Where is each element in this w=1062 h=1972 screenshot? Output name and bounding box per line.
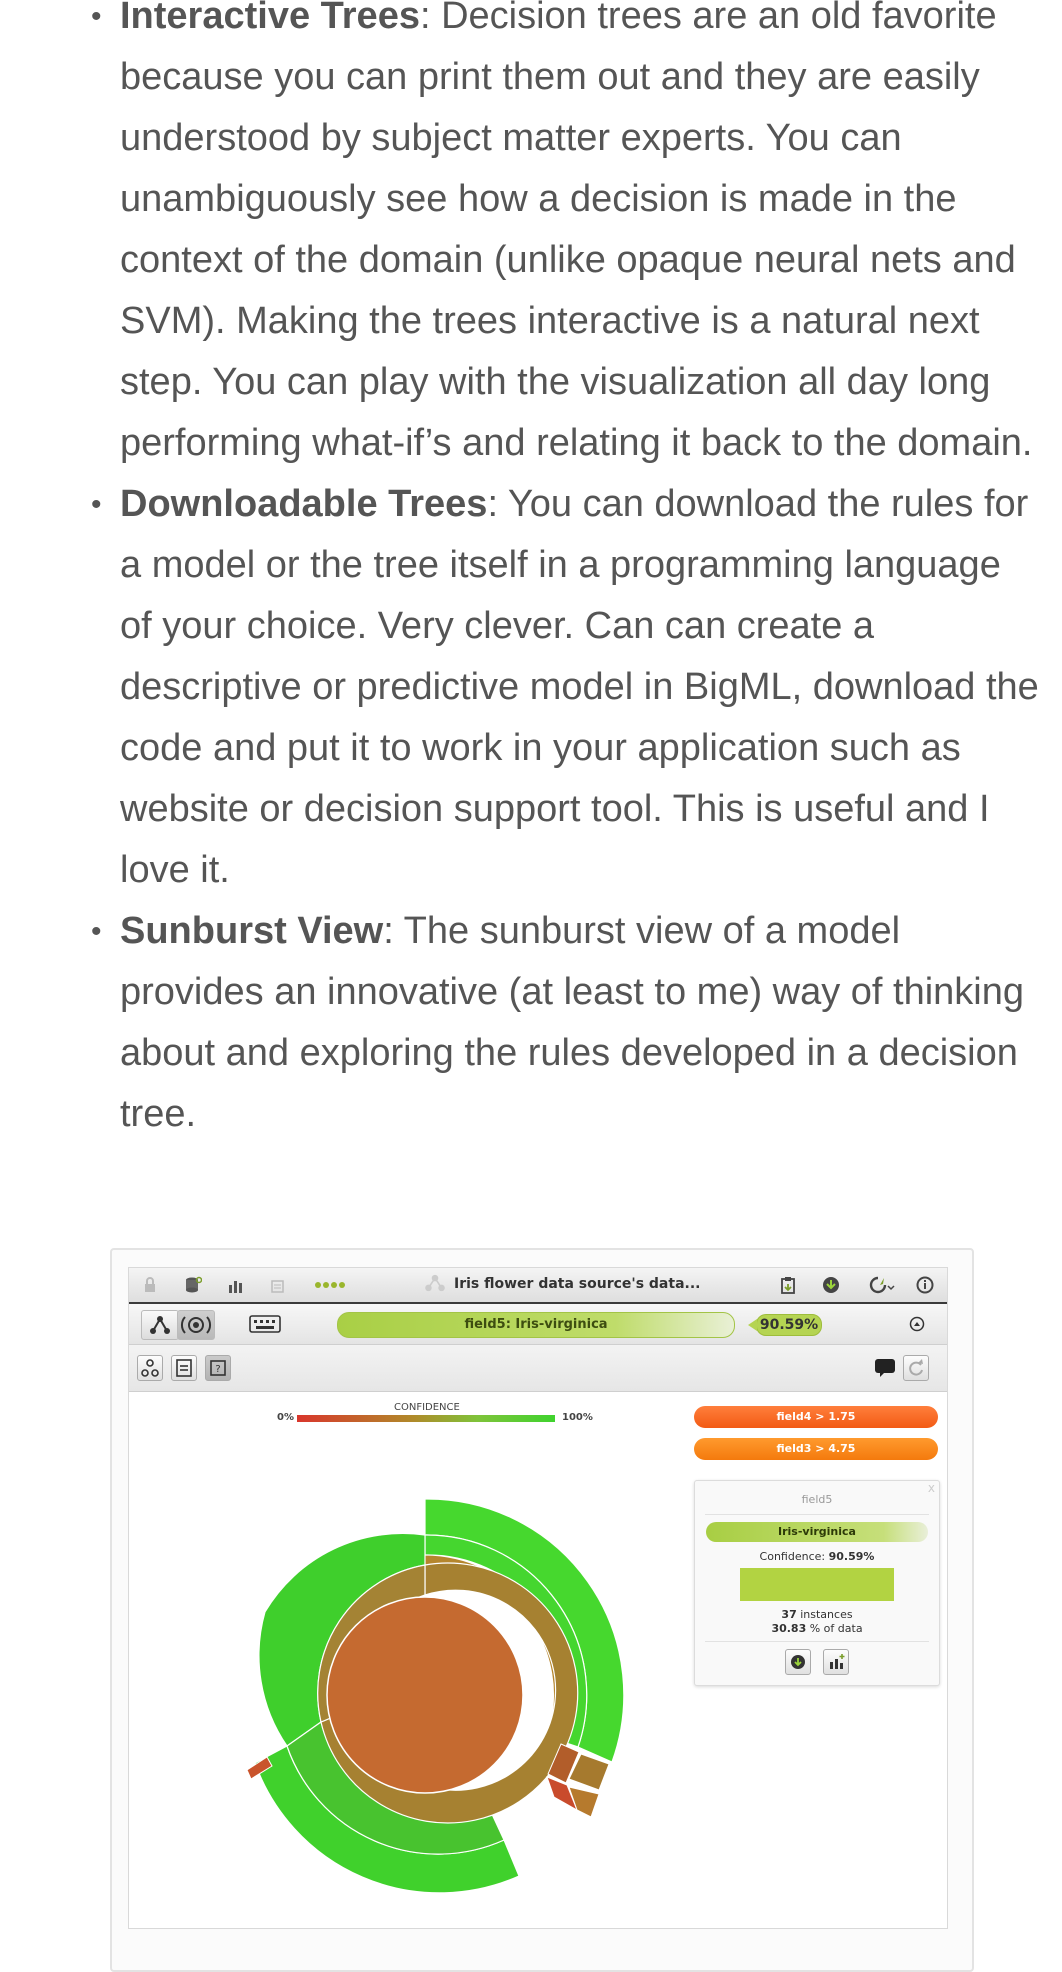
- panel-field-name: field5: [801, 1493, 833, 1506]
- chart-add-icon: [830, 1654, 845, 1669]
- tree-view-button[interactable]: [141, 1310, 179, 1340]
- download-button[interactable]: [785, 1649, 811, 1675]
- node-options-button[interactable]: [137, 1355, 163, 1381]
- panel-confidence: Confidence: 90.59%: [695, 1550, 939, 1563]
- confidence-value: 90.59%: [828, 1550, 875, 1563]
- panel-instances: 37 instances: [695, 1608, 939, 1621]
- help-button[interactable]: ?: [205, 1355, 231, 1381]
- list-item: • Downloadable Trees: You can download th…: [91, 474, 1042, 901]
- list-item: • Sunburst View: The sunburst view of a m…: [91, 901, 1042, 1145]
- divider: [705, 1514, 929, 1515]
- rule-chip[interactable]: field3 > 4.75: [694, 1438, 938, 1460]
- rule-chip[interactable]: field4 > 1.75: [694, 1406, 938, 1428]
- info-icon[interactable]: [916, 1276, 934, 1294]
- dots-icon[interactable]: [313, 1276, 349, 1294]
- panel-class-label: Iris-virginica: [706, 1522, 928, 1542]
- confidence-text: Confidence:: [759, 1550, 829, 1563]
- download-cloud-icon: [791, 1655, 805, 1669]
- sunburst-view-button[interactable]: [177, 1310, 215, 1340]
- sunburst-center[interactable]: [326, 1596, 524, 1794]
- bullet-icon: •: [91, 488, 102, 521]
- confidence-swatch: [740, 1568, 894, 1601]
- prediction-label: field5: Iris-virginica: [464, 1317, 608, 1332]
- filter-button[interactable]: [171, 1355, 197, 1381]
- instances-count: 37: [781, 1608, 797, 1621]
- download-cloud-icon[interactable]: [822, 1276, 840, 1294]
- title-bar: Iris flower data source's data...: [129, 1268, 947, 1304]
- lock-icon[interactable]: [141, 1276, 159, 1294]
- help-icon: ?: [210, 1360, 226, 1376]
- divider: [705, 1641, 929, 1642]
- feature-term: Sunburst View: [120, 910, 384, 952]
- refresh-icon: [909, 1359, 923, 1376]
- data-pct-value: 30.83: [771, 1622, 807, 1635]
- svg-text:?: ?: [215, 1364, 220, 1375]
- database-icon[interactable]: [184, 1276, 202, 1294]
- clipboard-icon[interactable]: [779, 1276, 797, 1294]
- node-icon: [141, 1359, 159, 1377]
- keyboard-icon[interactable]: [249, 1315, 281, 1333]
- feature-term: Interactive Trees: [120, 0, 420, 37]
- feature-text: : Decision trees are an old favorite bec…: [120, 0, 1033, 464]
- panel-data-pct: 30.83 % of data: [695, 1622, 939, 1635]
- sunburst-icon: [181, 1316, 211, 1334]
- list-item: • Interactive Trees: Decision trees are a…: [91, 0, 1042, 474]
- feature-term: Downloadable Trees: [120, 483, 488, 525]
- bullet-icon: •: [91, 915, 102, 948]
- feature-text: : You can download the rules for a model…: [120, 483, 1039, 891]
- resource-title: Iris flower data source's data...: [454, 1276, 701, 1292]
- data-pct-label: % of data: [806, 1622, 863, 1635]
- add-chart-button[interactable]: [823, 1649, 849, 1675]
- prediction-bar: field5: Iris-virginica: [337, 1312, 735, 1338]
- tree-icon: [425, 1274, 445, 1292]
- bigml-screenshot: Iris flower data source's data... field5…: [128, 1267, 948, 1929]
- sunburst-chart[interactable]: [129, 1392, 689, 1929]
- comment-icon[interactable]: [874, 1358, 896, 1378]
- prediction-percentage: 90.59%: [748, 1314, 822, 1336]
- refresh-button[interactable]: [903, 1355, 929, 1381]
- prediction-detail-panel: x field5 Iris-virginica Confidence: 90.5…: [694, 1480, 940, 1686]
- chart-icon[interactable]: [227, 1276, 245, 1294]
- document-icon[interactable]: [270, 1276, 288, 1294]
- view-options-toolbar: ?: [129, 1345, 947, 1392]
- sunburst-canvas: CONFIDENCE 0% 100% field4 > 1.75 field3 …: [129, 1392, 947, 1929]
- tree-view-icon: [150, 1316, 170, 1334]
- filter-icon: [176, 1359, 192, 1377]
- prediction-toolbar: field5: Iris-virginica 90.59%: [129, 1304, 947, 1345]
- sync-icon[interactable]: [869, 1276, 895, 1294]
- collapse-icon[interactable]: [909, 1316, 925, 1332]
- instances-label: instances: [796, 1608, 853, 1621]
- feature-list: • Interactive Trees: Decision trees are a…: [0, 0, 1062, 1145]
- bullet-icon: •: [91, 0, 102, 33]
